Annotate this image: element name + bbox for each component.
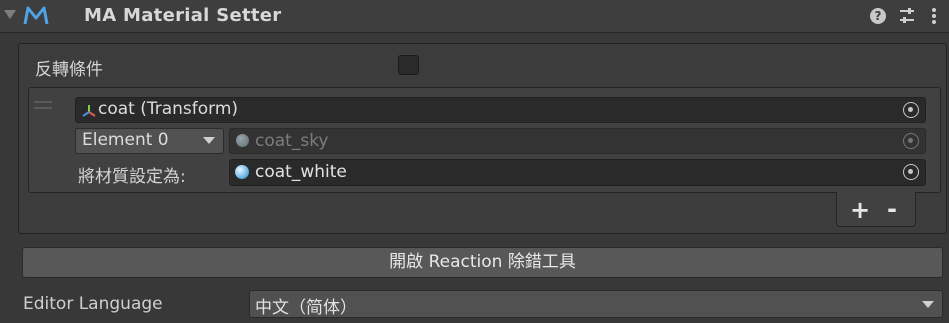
chevron-down-icon — [203, 137, 215, 144]
modular-avatar-logo-icon — [23, 5, 49, 27]
foldout-arrow-icon[interactable] — [4, 10, 16, 19]
current-material-value: coat_sky — [255, 131, 329, 151]
object-picker-icon — [903, 133, 919, 149]
help-icon[interactable]: ? — [870, 8, 886, 24]
material-sphere-icon — [235, 165, 249, 179]
add-item-button[interactable]: + — [848, 197, 872, 223]
invert-condition-label: 反轉條件 — [35, 60, 103, 80]
remove-item-button[interactable]: - — [880, 197, 904, 223]
presets-sliders-icon[interactable] — [899, 7, 915, 25]
kebab-menu-icon[interactable] — [930, 6, 938, 26]
chevron-down-icon — [922, 301, 934, 308]
current-material-field — [229, 128, 926, 154]
object-picker-icon[interactable] — [903, 164, 919, 180]
transform-icon — [82, 103, 96, 117]
component-title: MA Material Setter — [84, 5, 282, 26]
object-picker-icon[interactable] — [903, 102, 919, 118]
editor-language-label: Editor Language — [23, 294, 163, 314]
editor-language-value: 中文（简体） — [255, 298, 357, 318]
drag-handle-icon[interactable] — [34, 101, 52, 109]
invert-condition-checkbox[interactable] — [398, 55, 419, 75]
open-reaction-debugger-button[interactable]: 開啟 Reaction 除錯工具 — [22, 247, 943, 278]
set-material-label: 將材質設定為: — [78, 167, 186, 187]
material-sphere-icon — [236, 134, 249, 147]
element-dropdown-value: Element 0 — [82, 130, 169, 150]
target-material-value: coat_white — [255, 162, 347, 182]
object-field-value: coat (Transform) — [98, 99, 239, 119]
